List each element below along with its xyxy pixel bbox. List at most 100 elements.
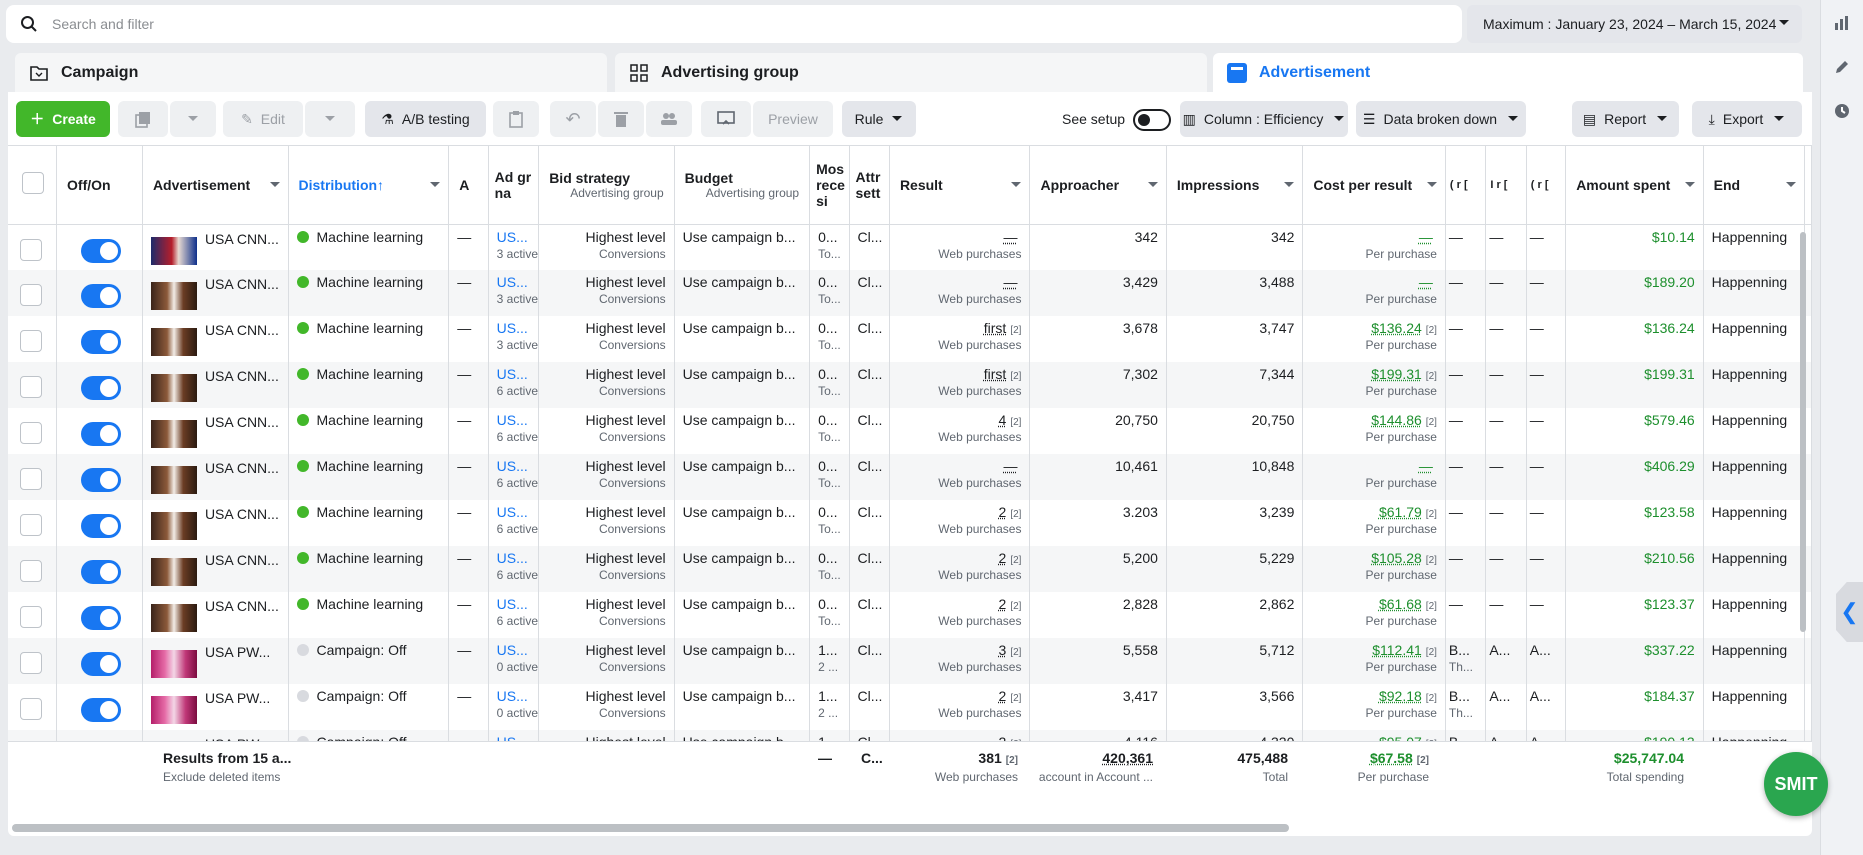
col-most-recent[interactable]: Mos rece si [809,146,850,225]
table-row[interactable]: USA CNN... Machine learning — US... 6 act… [8,546,1812,592]
ad-name[interactable]: USA CNN... [205,276,279,292]
col-c1[interactable]: ( r [ [1445,146,1487,225]
on-off-toggle[interactable] [81,284,122,308]
rule-button[interactable]: Rule [842,101,916,137]
col-impressions[interactable]: Impressions [1166,146,1304,225]
ad-name-cell[interactable]: USA CNN... [142,500,289,546]
on-off-toggle[interactable] [81,422,122,446]
ad-name[interactable]: USA CNN... [205,598,279,614]
ad-group-cell[interactable]: US... 6 active [488,454,540,500]
duplicate-dropdown[interactable] [170,101,216,137]
table-row[interactable]: USA CNN... Machine learning — US... 6 act… [8,454,1812,500]
ad-name[interactable]: USA CNN... [205,460,279,476]
edit-button[interactable]: ✎ Edit [223,101,303,137]
table-row[interactable]: USA PW... Campaign: Off — US... Highest … [8,730,1812,741]
ad-name-cell[interactable]: USA CNN... [142,592,289,638]
ad-group-cell[interactable]: US... 6 active [488,592,540,638]
report-button[interactable]: ▤ Report [1572,101,1679,137]
on-off-toggle[interactable] [81,560,122,584]
ad-group-link[interactable]: US... [497,366,528,382]
delete-button[interactable] [598,101,644,137]
on-off-toggle[interactable] [81,514,122,538]
col-off-on[interactable]: Off/On [56,146,143,225]
ad-name[interactable]: USA CNN... [205,552,279,568]
on-off-toggle[interactable] [81,652,122,676]
col-result[interactable]: Result [889,146,1031,225]
on-off-toggle[interactable] [81,468,122,492]
column-button[interactable]: ▥ Column : Efficiency [1180,101,1348,137]
search-input[interactable]: Search and filter [52,16,154,32]
ad-group-link[interactable]: US... [497,320,528,336]
ad-group-link[interactable]: US... [497,550,528,566]
row-checkbox[interactable] [20,698,42,720]
row-checkbox[interactable] [20,422,42,444]
date-range-picker[interactable]: Maximum : January 23, 2024 – March 15, 2… [1467,5,1802,43]
ad-group-link[interactable]: US... [497,274,528,290]
col-approacher[interactable]: Approacher [1029,146,1167,225]
duplicate-button[interactable] [118,101,168,137]
tab-advertising-group[interactable]: Advertising group [615,53,1207,93]
ad-group-link[interactable]: US... [497,688,528,704]
on-off-toggle[interactable] [81,698,122,722]
row-checkbox[interactable] [20,284,42,306]
ad-group-link[interactable]: US... [497,458,528,474]
col-attribution[interactable]: Attr sett [849,146,890,225]
table-row[interactable]: USA PW... Campaign: Off — US... 0 active … [8,684,1812,730]
ad-group-cell[interactable]: US... [488,730,540,741]
undo-button[interactable]: ↶ [550,101,596,137]
breakdown-button[interactable]: ☰ Data broken down [1356,101,1526,137]
row-checkbox[interactable] [20,606,42,628]
ad-name-cell[interactable]: USA CNN... [142,408,289,454]
ad-name-cell[interactable]: USA CNN... [142,454,289,500]
ad-name[interactable]: USA PW... [205,644,270,660]
ad-name[interactable]: USA CNN... [205,414,279,430]
edit-dropdown[interactable] [305,101,355,137]
col-budget[interactable]: Budget Advertising group [674,146,811,225]
table-row[interactable]: USA CNN... Machine learning — US... 6 act… [8,362,1812,408]
col-end[interactable]: End [1703,146,1805,225]
ad-group-link[interactable]: US... [497,642,528,658]
col-a[interactable]: A [448,146,489,225]
col-ad-group-name[interactable]: Ad gr na [488,146,540,225]
table-row[interactable]: USA CNN... Machine learning — US... 3 act… [8,224,1812,270]
on-off-toggle[interactable] [81,238,122,263]
ad-name-cell[interactable]: USA CNN... [142,316,289,362]
smit-chat-button[interactable]: SMIT [1764,752,1828,816]
table-row[interactable]: USA CNN... Machine learning — US... 6 act… [8,500,1812,546]
col-add[interactable] [1804,146,1812,225]
preview-toggle-button[interactable] [701,101,751,137]
vertical-scrollbar[interactable] [1800,232,1806,632]
chart-icon[interactable] [1833,14,1851,32]
export-button[interactable]: ⤓ Export [1692,101,1802,137]
col-bid-strategy[interactable]: Bid strategy Advertising group [538,146,675,225]
table-row[interactable]: USA CNN... Machine learning — US... 3 act… [8,270,1812,316]
see-setup-toggle[interactable] [1133,109,1171,131]
clipboard-button[interactable] [493,101,539,137]
create-button[interactable]: ＋ Create [16,101,110,137]
ad-name-cell[interactable]: USA PW... [142,730,289,741]
row-checkbox[interactable] [20,330,42,352]
ad-group-link[interactable]: US... [497,229,528,245]
ad-group-link[interactable]: US... [497,412,528,428]
ad-group-link[interactable]: US... [497,734,528,741]
ad-name[interactable]: USA CNN... [205,506,279,522]
row-checkbox[interactable] [20,652,42,674]
row-checkbox[interactable] [20,238,42,261]
share-audience-button[interactable] [646,101,692,137]
col-c3[interactable]: ( r [ [1526,146,1567,225]
ab-testing-button[interactable]: ⚗ A/B testing [365,101,486,137]
ad-name[interactable]: USA CNN... [205,322,279,338]
on-off-toggle[interactable] [81,606,122,630]
ad-name[interactable]: USA CNN... [205,231,279,247]
preview-button[interactable]: Preview [753,101,833,137]
row-checkbox[interactable] [20,468,42,490]
collapse-panel-tab[interactable]: ❮ [1836,582,1863,642]
table-row[interactable]: USA CNN... Machine learning — US... 6 act… [8,408,1812,454]
row-checkbox[interactable] [20,514,42,536]
ad-name-cell[interactable]: USA CNN... [142,224,289,270]
ad-group-link[interactable]: US... [497,504,528,520]
ad-name-cell[interactable]: USA PW... [142,638,289,684]
on-off-toggle[interactable] [81,376,122,400]
row-checkbox[interactable] [20,560,42,582]
ad-group-cell[interactable]: US... 6 active [488,500,540,546]
